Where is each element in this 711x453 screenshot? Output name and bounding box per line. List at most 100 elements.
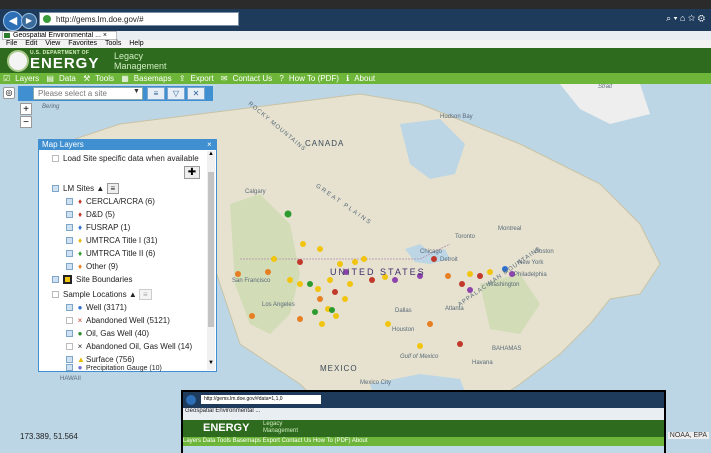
collapse-up-icon[interactable]: ▲ (96, 184, 104, 193)
checkbox[interactable] (66, 263, 73, 270)
layer-site-fusrap[interactable]: ♦ FUSRAP (1) (66, 223, 130, 232)
inset-legacy-label: Legacy Management (263, 421, 299, 434)
label-bahamas: BAHAMAS (492, 346, 522, 352)
toolbar-about[interactable]: About (354, 74, 375, 83)
chevron-down-icon[interactable]: ▼ (133, 88, 140, 95)
tab-close-icon[interactable]: × (103, 32, 107, 39)
tab-title: Geospatial Environmental ... (13, 32, 101, 39)
inset-address-bar: http://gems.lm.doe.gov/#data=1,1,0 (201, 395, 321, 404)
menu-view[interactable]: View (45, 40, 60, 47)
layer-site-boundaries[interactable]: Site Boundaries (52, 275, 132, 284)
layer-sample-abandoned-oil-gas[interactable]: × Abandoned Oil, Gas Well (14) (66, 342, 192, 351)
checkbox[interactable] (66, 343, 73, 350)
forward-button[interactable]: ▶ (21, 13, 37, 29)
browser-toolbar-icons[interactable]: ⌕ ▾ ⌂ ☆ ⚙ (666, 13, 705, 24)
checkbox[interactable] (66, 250, 73, 257)
clear-icon: ✕ (192, 89, 200, 98)
checkbox[interactable] (52, 276, 59, 283)
toolbar-howto[interactable]: How To (PDF) (289, 74, 339, 83)
filter-button[interactable]: ▽ (167, 87, 185, 100)
browser-tab[interactable]: Geospatial Environmental ... × (2, 31, 117, 40)
clear-button[interactable]: ✕ (187, 87, 205, 100)
checkbox[interactable] (52, 291, 59, 298)
label-washington: Washington (488, 282, 520, 288)
layer-sample-oil-gas-well[interactable]: ● Oil, Gas Well (40) (66, 329, 149, 338)
boundary-icon (63, 275, 72, 284)
label-philadelphia: Philadelphia (514, 272, 547, 278)
label-canada: CANADA (305, 139, 345, 148)
precipitation-icon: ● (77, 363, 83, 372)
checkbox[interactable] (52, 185, 59, 192)
toolbar-basemaps[interactable]: Basemaps (134, 74, 172, 83)
layer-sample-precip[interactable]: ● Precipitation Gauge (10) (66, 363, 162, 372)
layer-label: Precipitation Gauge (10) (86, 365, 162, 372)
layer-site-umtrca1[interactable]: ♦ UMTRCA Title I (31) (66, 236, 158, 245)
collapse-up-icon[interactable]: ▲ (129, 290, 137, 299)
label-mexico: MEXICO (320, 364, 358, 373)
menu-favorites[interactable]: Favorites (68, 40, 97, 47)
label-calgary: Calgary (245, 189, 266, 195)
back-button[interactable]: ◀ (3, 11, 23, 31)
layer-sample-abandoned-well[interactable]: × Abandoned Well (5121) (66, 316, 170, 325)
label-havana: Havana (472, 360, 493, 366)
panel-close-icon[interactable]: × (207, 139, 212, 150)
layer-sample-well[interactable]: ● Well (3171) (66, 303, 127, 312)
map-pin-icon: ♦ (77, 249, 83, 258)
menu-edit[interactable]: Edit (25, 40, 37, 47)
layer-site-umtrca2[interactable]: ♦ UMTRCA Title II (6) (66, 249, 155, 258)
add-layer-button[interactable]: ✚ (184, 166, 200, 179)
legend-button[interactable]: ≡ (106, 183, 120, 194)
toolbar-export[interactable]: Export (191, 74, 214, 83)
label-gulf: Gulf of Mexico (400, 354, 439, 360)
label-atlanta: Atlanta (445, 306, 464, 312)
label-toronto: Toronto (455, 234, 476, 240)
checkbox[interactable] (66, 211, 73, 218)
layer-label: Abandoned Well (5121) (86, 316, 170, 325)
legend-button[interactable]: ≡ (138, 289, 152, 300)
toolbar-contact[interactable]: Contact Us (233, 74, 273, 83)
menu-help[interactable]: Help (129, 40, 143, 47)
inset-back-icon (186, 395, 196, 405)
panel-scroll-thumb[interactable] (208, 172, 214, 327)
window-titlebar (0, 0, 711, 9)
address-bar[interactable]: http://gems.lm.doe.gov/# (39, 12, 239, 26)
checkbox[interactable] (66, 224, 73, 231)
label-la: Los Angeles (262, 302, 295, 308)
layer-site-other[interactable]: ♦ Other (9) (66, 262, 118, 271)
layer-site-cercla[interactable]: ♦ CERCLA/RCRA (6) (66, 197, 155, 206)
menu-bar: File Edit View Favorites Tools Help (0, 40, 711, 48)
layer-label: Abandoned Oil, Gas Well (14) (86, 342, 193, 351)
label-chicago: Chicago (420, 249, 443, 255)
toolbar-data[interactable]: Data (59, 74, 76, 83)
inset-map (183, 446, 664, 453)
checkbox[interactable] (52, 155, 59, 162)
checkbox[interactable] (66, 317, 73, 324)
layer-sample-locations[interactable]: Sample Locations ▲ ≡ (52, 289, 152, 300)
inset-tab-title: Geospatial Environmental ... (185, 408, 261, 414)
scroll-up-icon[interactable]: ▲ (208, 151, 214, 157)
scroll-down-icon[interactable]: ▼ (208, 360, 214, 366)
checkbox[interactable] (66, 198, 73, 205)
checkbox[interactable] (66, 304, 73, 311)
checkbox[interactable] (66, 330, 73, 337)
layer-load-specific[interactable]: Load Site specific data when available (52, 154, 199, 163)
menu-file[interactable]: File (6, 40, 17, 47)
locate-button[interactable]: ◎ (3, 87, 15, 99)
map-credit: NOAA, EPA (667, 432, 709, 439)
inset-energy-text: ENERGY (203, 422, 250, 434)
search-list-button[interactable]: ≡ (147, 87, 165, 100)
checkbox[interactable] (66, 356, 73, 363)
checkbox[interactable] (66, 364, 73, 371)
data-icon: ▤ (46, 74, 54, 83)
toolbar-layers[interactable]: Layers (15, 74, 39, 83)
menu-tools[interactable]: Tools (105, 40, 121, 47)
layer-site-dd[interactable]: ♦ D&D (5) (66, 210, 115, 219)
toolbar-tools[interactable]: Tools (95, 74, 114, 83)
site-select[interactable]: Please select a site (33, 87, 143, 100)
zoom-out-button[interactable]: − (20, 116, 32, 128)
checkbox[interactable] (66, 237, 73, 244)
zoom-in-button[interactable]: + (20, 103, 32, 115)
tab-favicon-icon (4, 33, 10, 38)
layer-lm-sites[interactable]: LM Sites ▲ ≡ (52, 183, 120, 194)
label-bering: Bering (42, 104, 60, 110)
